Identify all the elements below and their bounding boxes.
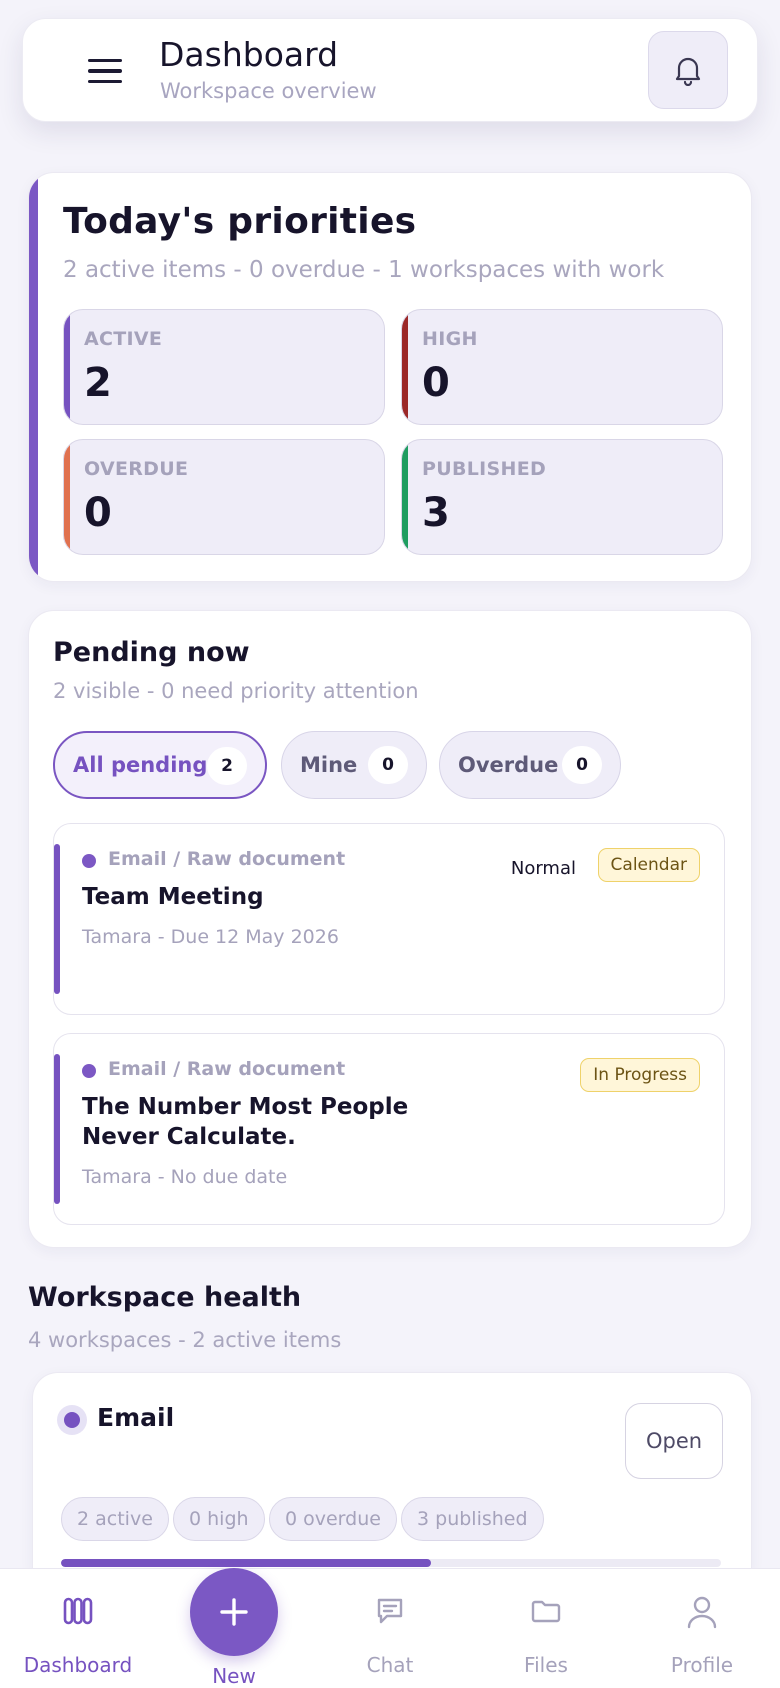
item-title: Team Meeting (82, 884, 264, 910)
priorities-subtitle: 2 active items - 0 overdue - 1 workspace… (63, 257, 665, 283)
new-button-label: New (212, 1664, 256, 1688)
filter-count-badge: 0 (562, 746, 602, 784)
filter-label: Overdue (458, 753, 559, 777)
stat-label: ACTIVE (84, 328, 163, 350)
plus-icon (220, 1598, 248, 1626)
item-meta: Tamara - No due date (82, 1166, 288, 1188)
stat-published[interactable]: PUBLISHED 3 (401, 439, 723, 555)
item-priority: Normal (510, 858, 576, 879)
stat-value: 3 (422, 490, 450, 536)
nav-label: Chat (366, 1653, 414, 1677)
bell-icon (675, 57, 701, 86)
pending-subtitle: 2 visible - 0 need priority attention (53, 679, 419, 703)
status-badge: Calendar (597, 848, 700, 882)
hamburger-menu-icon[interactable] (81, 49, 129, 93)
pending-card: Pending now 2 visible - 0 need priority … (28, 610, 752, 1248)
filter-count-badge: 2 (207, 747, 247, 785)
workspace-health-subtitle: 4 workspaces - 2 active items (28, 1328, 342, 1352)
workspace-card: Email Open 2 active 0 high 0 overdue 3 p… (32, 1372, 752, 1572)
stat-value: 0 (422, 360, 450, 406)
page-title: Dashboard (159, 35, 339, 74)
chat-icon (377, 1598, 403, 1624)
page-subtitle: Workspace overview (160, 79, 377, 103)
dashboard-icon (63, 1597, 93, 1625)
profile-icon (687, 1596, 717, 1629)
stat-label: PUBLISHED (422, 458, 547, 480)
priorities-title: Today's priorities (63, 201, 417, 242)
notifications-button[interactable] (648, 31, 728, 109)
nav-files[interactable]: Files (476, 1569, 616, 1688)
status-badge: In Progress (580, 1058, 700, 1092)
bottom-nav: Dashboard Chat Files Profile (0, 1568, 780, 1688)
nav-label: Dashboard (23, 1653, 133, 1677)
filter-overdue[interactable]: Overdue 0 (439, 731, 621, 799)
stat-color-bar (402, 440, 408, 554)
item-accent-bar (54, 1054, 60, 1204)
stat-active[interactable]: ACTIVE 2 (63, 309, 385, 425)
nav-dashboard[interactable]: Dashboard (8, 1569, 148, 1688)
workspace-progress-bar (61, 1559, 721, 1567)
workspace-stat-pill: 2 active (61, 1497, 169, 1541)
workspace-stat-pill: 0 high (173, 1497, 265, 1541)
stat-value: 0 (84, 490, 112, 536)
workspace-dot-icon (57, 1405, 87, 1435)
filter-mine[interactable]: Mine 0 (281, 731, 427, 799)
pending-title: Pending now (53, 637, 250, 668)
open-workspace-button[interactable]: Open (625, 1403, 723, 1479)
workspace-dot-icon (82, 854, 96, 868)
workspace-name: Email (97, 1403, 175, 1432)
stat-color-bar (402, 310, 408, 424)
filter-count-badge: 0 (368, 746, 408, 784)
stat-label: OVERDUE (84, 458, 189, 480)
priorities-card: Today's priorities 2 active items - 0 ov… (28, 172, 752, 582)
item-source: Email / Raw document (108, 848, 346, 870)
stat-value: 2 (84, 360, 112, 406)
folder-icon (531, 1600, 561, 1623)
nav-label: Profile (670, 1653, 734, 1677)
item-title: The Number Most People Never Calculate. (82, 1094, 409, 1150)
nav-profile[interactable]: Profile (632, 1569, 772, 1688)
stat-overdue[interactable]: OVERDUE 0 (63, 439, 385, 555)
workspace-stat-pill: 0 overdue (269, 1497, 397, 1541)
app-header: Dashboard Workspace overview (22, 18, 758, 122)
nav-label: Files (524, 1653, 568, 1677)
stat-color-bar (64, 310, 70, 424)
stat-label: HIGH (422, 328, 478, 350)
stat-color-bar (64, 440, 70, 554)
priorities-accent-bar (29, 173, 38, 581)
pending-item[interactable]: Email / Raw document Team Meeting Tamara… (53, 823, 725, 1015)
nav-chat[interactable]: Chat (320, 1569, 460, 1688)
workspace-stat-pill: 3 published (401, 1497, 544, 1541)
filter-all-pending[interactable]: All pending 2 (53, 731, 267, 799)
workspace-dot-icon (82, 1064, 96, 1078)
workspace-health-title: Workspace health (28, 1282, 302, 1313)
item-accent-bar (54, 844, 60, 994)
item-meta: Tamara - Due 12 May 2026 (82, 926, 339, 948)
workspace-progress-fill (61, 1559, 431, 1567)
new-item-button[interactable] (190, 1568, 278, 1656)
filter-label: Mine (300, 753, 358, 777)
pending-item[interactable]: Email / Raw document The Number Most Peo… (53, 1033, 725, 1225)
filter-label: All pending (73, 753, 208, 777)
item-source: Email / Raw document (108, 1058, 346, 1080)
stat-high[interactable]: HIGH 0 (401, 309, 723, 425)
